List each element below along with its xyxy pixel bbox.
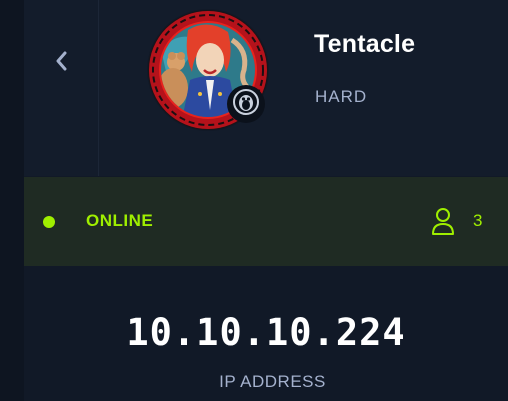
difficulty-label: HARD [315,87,368,106]
ip-address-label: IP ADDRESS [219,372,326,391]
back-column [24,0,99,176]
status-label: ONLINE [86,211,154,230]
os-badge [227,85,265,123]
linux-penguin-icon [233,88,259,120]
user-icon [431,207,455,240]
status-indicator-dot [43,216,55,228]
ip-address-value[interactable]: 10.10.10.224 [0,311,508,354]
chevron-left-icon [55,51,67,76]
back-button[interactable] [51,51,71,76]
machine-name: Tentacle [314,30,416,58]
player-count: 3 [473,211,483,230]
